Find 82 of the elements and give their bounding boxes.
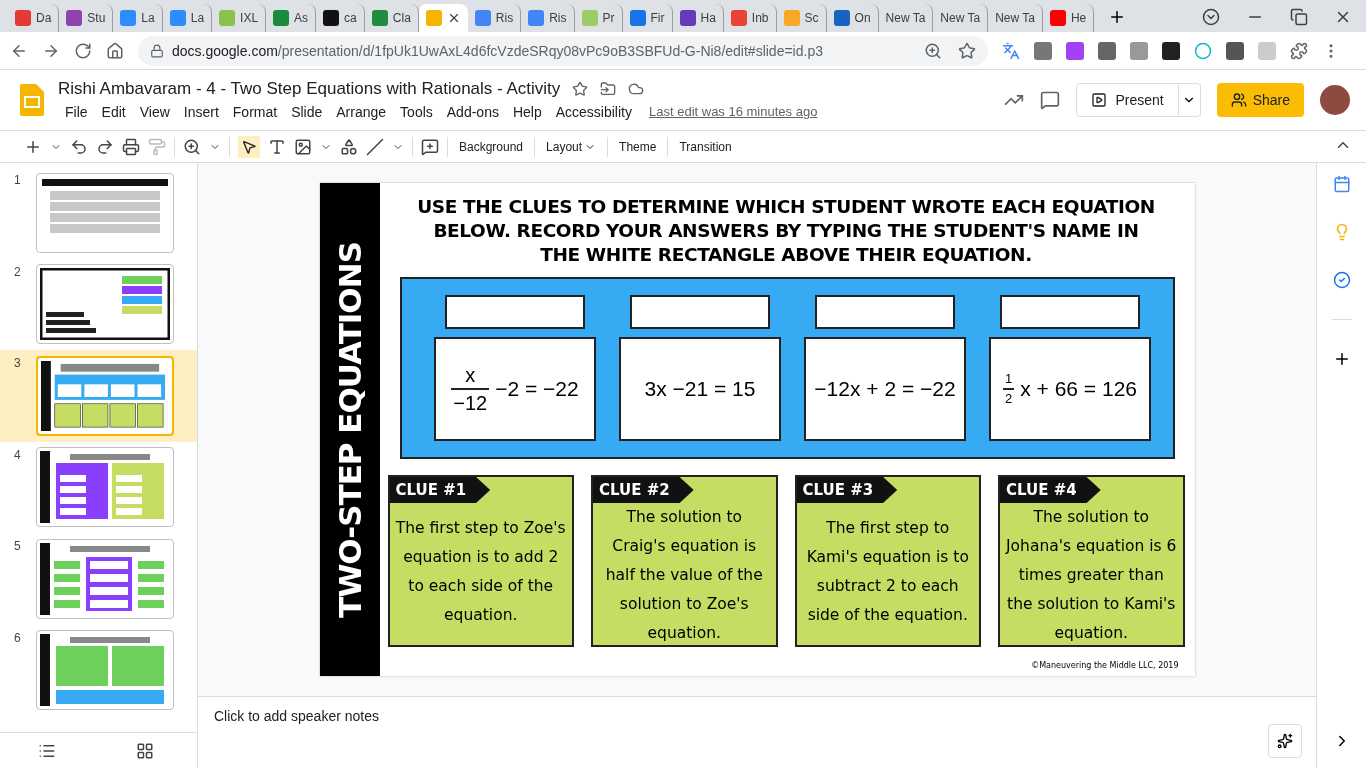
clue-text: The solution to Craig's equation is half the value of the solution to Zoe's equation. xyxy=(604,507,764,644)
slide-thumbnail[interactable] xyxy=(36,355,174,436)
menu-item[interactable]: Format xyxy=(225,101,285,122)
slide-number: 5 xyxy=(14,539,22,553)
slide-number: 4 xyxy=(14,447,22,462)
pointer-icon xyxy=(241,138,257,155)
redo-icon[interactable] xyxy=(96,137,114,156)
equation-card: 3x −21 = 15 xyxy=(619,337,781,441)
slide-number: 6 xyxy=(14,630,22,645)
translate-icon[interactable] xyxy=(1002,41,1020,60)
slide-number: 2 xyxy=(14,264,22,279)
extension-icon[interactable] xyxy=(1162,41,1180,60)
last-edit-link[interactable]: Last edit was 16 minutes ago xyxy=(649,104,818,119)
slide-heading: USE THE CLUES TO DETERMINE WHICH STUDENT WROTE EACH EQUATION BELOW. RECORD YOUR ANSWERS BY TYPING THE STUDENT'S NAME IN THE WHITE RECTANGLE ABOVE THEIR EQUATION. xyxy=(416,195,1156,267)
lock-icon xyxy=(150,43,164,58)
restore-icon[interactable] xyxy=(1290,8,1308,26)
shape-icon[interactable] xyxy=(340,137,358,156)
clue-label: CLUE #4 xyxy=(1000,477,1101,503)
present-icon xyxy=(1091,92,1108,108)
slide-number: 3 xyxy=(14,356,22,370)
slide-thumbnail[interactable] xyxy=(36,172,174,253)
menu-item[interactable]: Arrange xyxy=(329,101,394,122)
undo-icon[interactable] xyxy=(70,137,88,156)
grid-view-icon[interactable] xyxy=(136,741,154,760)
answer-box[interactable] xyxy=(815,295,955,329)
address-bar[interactable]: docs.google.com/presentation/d/1fpUk1UwAxL4d6fcVzdeSRqy08vPc9oB3SBFUd-G-Ni8/edit#slide=id.p3 xyxy=(138,35,988,66)
answer-box[interactable] xyxy=(630,295,770,329)
clue-text: The first step to Zoe's equation is to add 2 to each side of the equation. xyxy=(394,518,567,626)
slide-number: 1 xyxy=(14,173,22,187)
menu-item[interactable]: Add-ons xyxy=(439,101,506,122)
clue-label: CLUE #3 xyxy=(796,477,898,503)
text-box-icon[interactable] xyxy=(268,137,286,156)
slide-thumbnail[interactable] xyxy=(36,630,174,711)
answer-box[interactable] xyxy=(445,295,585,329)
answer-box[interactable] xyxy=(1000,295,1140,329)
avatar[interactable] xyxy=(1320,85,1350,115)
add-comment-icon[interactable] xyxy=(421,137,439,156)
clue-label: CLUE #1 xyxy=(389,477,491,503)
present-button[interactable]: Present xyxy=(1076,83,1179,117)
toolbar-button[interactable]: Transition xyxy=(676,136,735,157)
reload-icon[interactable] xyxy=(74,41,92,60)
toolbar-button[interactable]: Theme xyxy=(616,136,660,157)
zoom-icon[interactable] xyxy=(183,137,201,156)
share-button[interactable]: Share xyxy=(1216,83,1304,117)
clue-label: CLUE #2 xyxy=(593,477,694,503)
menu-item[interactable]: File xyxy=(58,101,95,122)
explore-button[interactable] xyxy=(1268,724,1302,758)
line-icon[interactable] xyxy=(366,137,384,156)
clue-text: The solution to Johana's equation is 6 times greater than the solution to Kami's equation. xyxy=(1004,507,1178,644)
toolbar-button[interactable]: Layout xyxy=(543,136,600,157)
menu-item[interactable]: Tools xyxy=(393,101,440,122)
print-icon[interactable] xyxy=(122,137,140,156)
copyright: ©Maneuvering the Middle LLC, 2019 xyxy=(1031,661,1180,670)
menu-item[interactable]: Slide xyxy=(284,101,330,122)
tab-search-icon[interactable] xyxy=(1202,8,1220,26)
comments-icon[interactable] xyxy=(1040,90,1061,110)
extensions-icon[interactable] xyxy=(1290,41,1308,60)
menu-item[interactable]: View xyxy=(132,101,177,122)
select-tool[interactable] xyxy=(238,135,260,158)
star-icon[interactable] xyxy=(572,80,589,97)
extension-icon[interactable] xyxy=(1226,41,1244,60)
menu-item[interactable]: Accessibility xyxy=(548,101,639,122)
toolbar-button[interactable]: Background xyxy=(456,136,527,157)
tasks-icon[interactable] xyxy=(1332,271,1351,289)
menu-item[interactable]: Insert xyxy=(176,101,226,122)
image-icon[interactable] xyxy=(294,137,312,156)
menu-item[interactable]: Help xyxy=(505,101,549,122)
move-folder-icon[interactable] xyxy=(600,80,617,97)
menu-item[interactable]: Edit xyxy=(94,101,133,122)
home-icon[interactable] xyxy=(106,41,124,60)
slide-thumbnail[interactable] xyxy=(36,264,174,345)
calendar-icon[interactable] xyxy=(1332,175,1351,193)
explore-icon xyxy=(1277,733,1293,749)
slide-thumbnail[interactable] xyxy=(36,538,174,619)
equation-card: −12x + 2 = −22 xyxy=(804,337,966,441)
bookmark-star-icon[interactable] xyxy=(958,41,976,60)
people-icon xyxy=(1230,92,1247,108)
zoom-icon[interactable] xyxy=(924,41,942,60)
slide-thumbnail[interactable] xyxy=(36,447,174,528)
side-title: TWO-STEP EQUATIONS xyxy=(331,241,368,618)
document-title[interactable]: Rishi Ambavaram - 4 - Two Step Equations with Rationals - Activity xyxy=(58,78,561,99)
clue-text: The first step to Kami's equation is to subtract 2 to each side of the equation. xyxy=(805,518,970,626)
